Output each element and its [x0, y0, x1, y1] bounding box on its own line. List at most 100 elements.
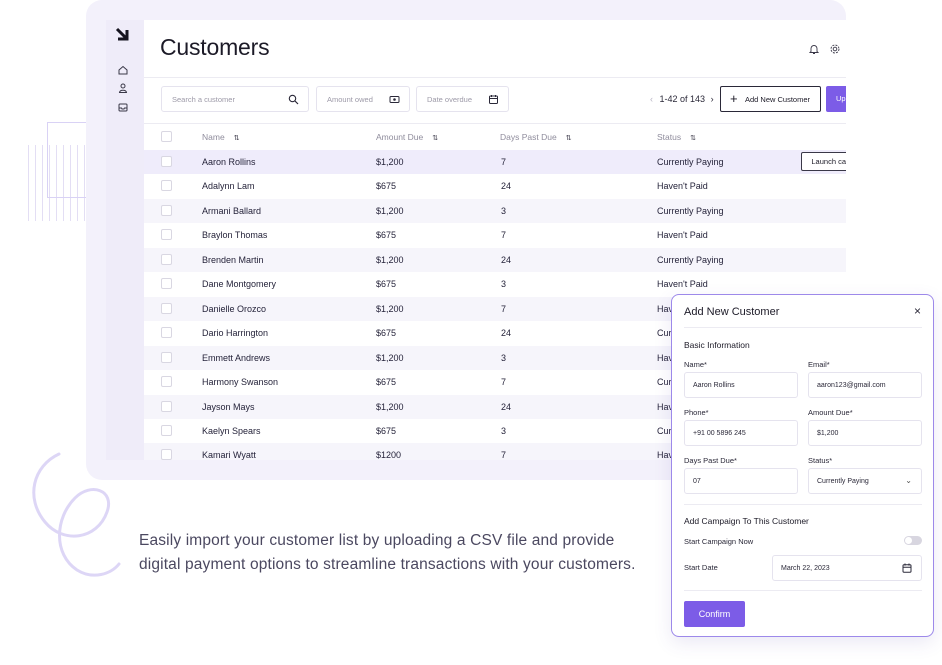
- logo-icon: [115, 27, 129, 41]
- name-label: Name*: [684, 360, 707, 369]
- add-customer-label: Add New Customer: [745, 95, 811, 104]
- table-row[interactable]: Dane Montgomery $675 3 Haven't Paid: [144, 272, 846, 296]
- campaign-heading: Add Campaign To This Customer: [684, 516, 809, 526]
- cell-name: Dario Harrington: [202, 328, 269, 339]
- chevron-down-icon: ⌄: [905, 476, 912, 485]
- status-value: Currently Paying: [817, 478, 869, 485]
- table-row[interactable]: Armani Ballard $1,200 3 Currently Paying: [144, 198, 846, 223]
- divider: [684, 327, 922, 328]
- search-placeholder: Search a customer: [172, 95, 235, 104]
- cell-name: Danielle Orozco: [202, 303, 267, 314]
- days-past-due-value: 07: [693, 478, 701, 485]
- days-past-due-field[interactable]: 07: [684, 468, 798, 494]
- row-checkbox[interactable]: [161, 180, 172, 192]
- start-campaign-toggle[interactable]: [904, 536, 922, 545]
- cell-amount: $675: [376, 377, 397, 388]
- bell-icon[interactable]: [808, 43, 820, 55]
- column-header-days[interactable]: Days Past Due ⇅: [500, 132, 572, 142]
- filter-label: Amount owed: [327, 95, 373, 104]
- cell-amount: $675: [376, 328, 397, 339]
- cell-amount: $1,200: [376, 303, 404, 314]
- cell-amount: $1,200: [376, 352, 404, 363]
- divider: [144, 77, 846, 78]
- cell-status: Haven't Paid: [657, 279, 708, 290]
- table-row[interactable]: Braylon Thomas $675 7 Haven't Paid: [144, 223, 846, 247]
- row-checkbox[interactable]: [161, 278, 172, 290]
- upload-label: Upl: [836, 94, 846, 103]
- close-icon[interactable]: ×: [914, 304, 921, 318]
- add-customer-button[interactable]: + Add New Customer: [720, 86, 821, 112]
- column-header-name[interactable]: Name ⇅: [202, 132, 240, 142]
- table-row[interactable]: Brenden Martin $1,200 24 Currently Paying: [144, 247, 846, 272]
- search-input[interactable]: Search a customer: [161, 86, 309, 112]
- table-row[interactable]: Aaron Rollins $1,200 7 Currently Paying Laun…: [144, 150, 846, 174]
- gear-icon[interactable]: [829, 43, 841, 55]
- pagination: ‹ 1-42 of 143 ›: [650, 94, 714, 104]
- confirm-button[interactable]: Confirm: [684, 601, 745, 627]
- row-checkbox[interactable]: [161, 253, 172, 265]
- name-value: Aaron Rollins: [693, 382, 735, 389]
- cell-name: Kaelyn Spears: [202, 425, 261, 436]
- cell-days: 24: [501, 401, 512, 412]
- cell-status: Currently Paying: [657, 205, 724, 216]
- launch-campaign-button[interactable]: Launch campaign: [801, 152, 846, 171]
- cell-name: Harmony Swanson: [202, 377, 279, 388]
- email-label: Email*: [808, 360, 830, 369]
- next-page-button[interactable]: ›: [711, 94, 714, 104]
- row-checkbox[interactable]: [161, 351, 172, 363]
- sidebar: [106, 20, 144, 460]
- inbox-icon[interactable]: [117, 101, 129, 113]
- cell-days: 7: [501, 157, 507, 167]
- row-checkbox[interactable]: [161, 449, 172, 460]
- user-icon[interactable]: [117, 82, 129, 94]
- email-value: aaron123@gmail.com: [817, 382, 886, 389]
- cell-amount: $1,200: [376, 157, 404, 167]
- sort-icon: ⇅: [233, 135, 240, 142]
- row-checkbox[interactable]: [161, 376, 172, 388]
- date-overdue-filter[interactable]: Date overdue: [416, 86, 509, 112]
- column-header-status[interactable]: Status ⇅: [657, 132, 696, 142]
- cell-name: Jayson Mays: [202, 401, 255, 412]
- cell-amount: $1,200: [376, 254, 404, 265]
- cell-amount: $1,200: [376, 205, 404, 216]
- amount-owed-filter[interactable]: Amount owed: [316, 86, 410, 112]
- cell-name: Adalynn Lam: [202, 181, 255, 192]
- cell-name: Armani Ballard: [202, 205, 262, 216]
- email-field[interactable]: aaron123@gmail.com: [808, 372, 922, 398]
- phone-field[interactable]: +91 00 5896 245: [684, 420, 798, 446]
- row-checkbox[interactable]: [161, 400, 172, 412]
- select-all-checkbox[interactable]: [161, 131, 172, 142]
- cell-status: Cur: [657, 425, 672, 436]
- divider: [684, 504, 922, 505]
- name-field[interactable]: Aaron Rollins: [684, 372, 798, 398]
- divider: [144, 123, 846, 124]
- row-checkbox[interactable]: [161, 229, 172, 241]
- start-date-value: March 22, 2023: [781, 565, 830, 572]
- cell-days: 3: [501, 425, 507, 436]
- upload-button[interactable]: Upl: [826, 86, 846, 112]
- amount-due-field[interactable]: $1,200: [808, 420, 922, 446]
- basic-info-heading: Basic Information: [684, 340, 750, 350]
- table-row[interactable]: Adalynn Lam $675 24 Haven't Paid: [144, 174, 846, 198]
- phone-label: Phone*: [684, 408, 709, 417]
- home-icon[interactable]: [117, 64, 129, 76]
- cell-days: 7: [501, 230, 507, 241]
- cell-name: Brenden Martin: [202, 254, 264, 265]
- amount-due-value: $1,200: [817, 430, 839, 437]
- row-checkbox[interactable]: [161, 327, 172, 339]
- prev-page-button[interactable]: ‹: [650, 94, 653, 104]
- phone-value: +91 00 5896 245: [693, 430, 746, 437]
- filter-label: Date overdue: [427, 95, 473, 104]
- cell-name: Braylon Thomas: [202, 230, 268, 241]
- row-checkbox[interactable]: [161, 302, 172, 314]
- start-date-field[interactable]: March 22, 2023: [772, 555, 922, 581]
- row-checkbox[interactable]: [161, 204, 172, 216]
- cell-days: 24: [501, 181, 512, 192]
- cell-days: 7: [501, 450, 507, 460]
- row-checkbox[interactable]: [161, 424, 172, 436]
- row-checkbox[interactable]: [161, 156, 172, 167]
- money-icon: [389, 96, 400, 103]
- cell-days: 24: [501, 328, 512, 339]
- column-header-amount[interactable]: Amount Due ⇅: [376, 132, 438, 142]
- status-select[interactable]: Currently Paying ⌄: [808, 468, 922, 494]
